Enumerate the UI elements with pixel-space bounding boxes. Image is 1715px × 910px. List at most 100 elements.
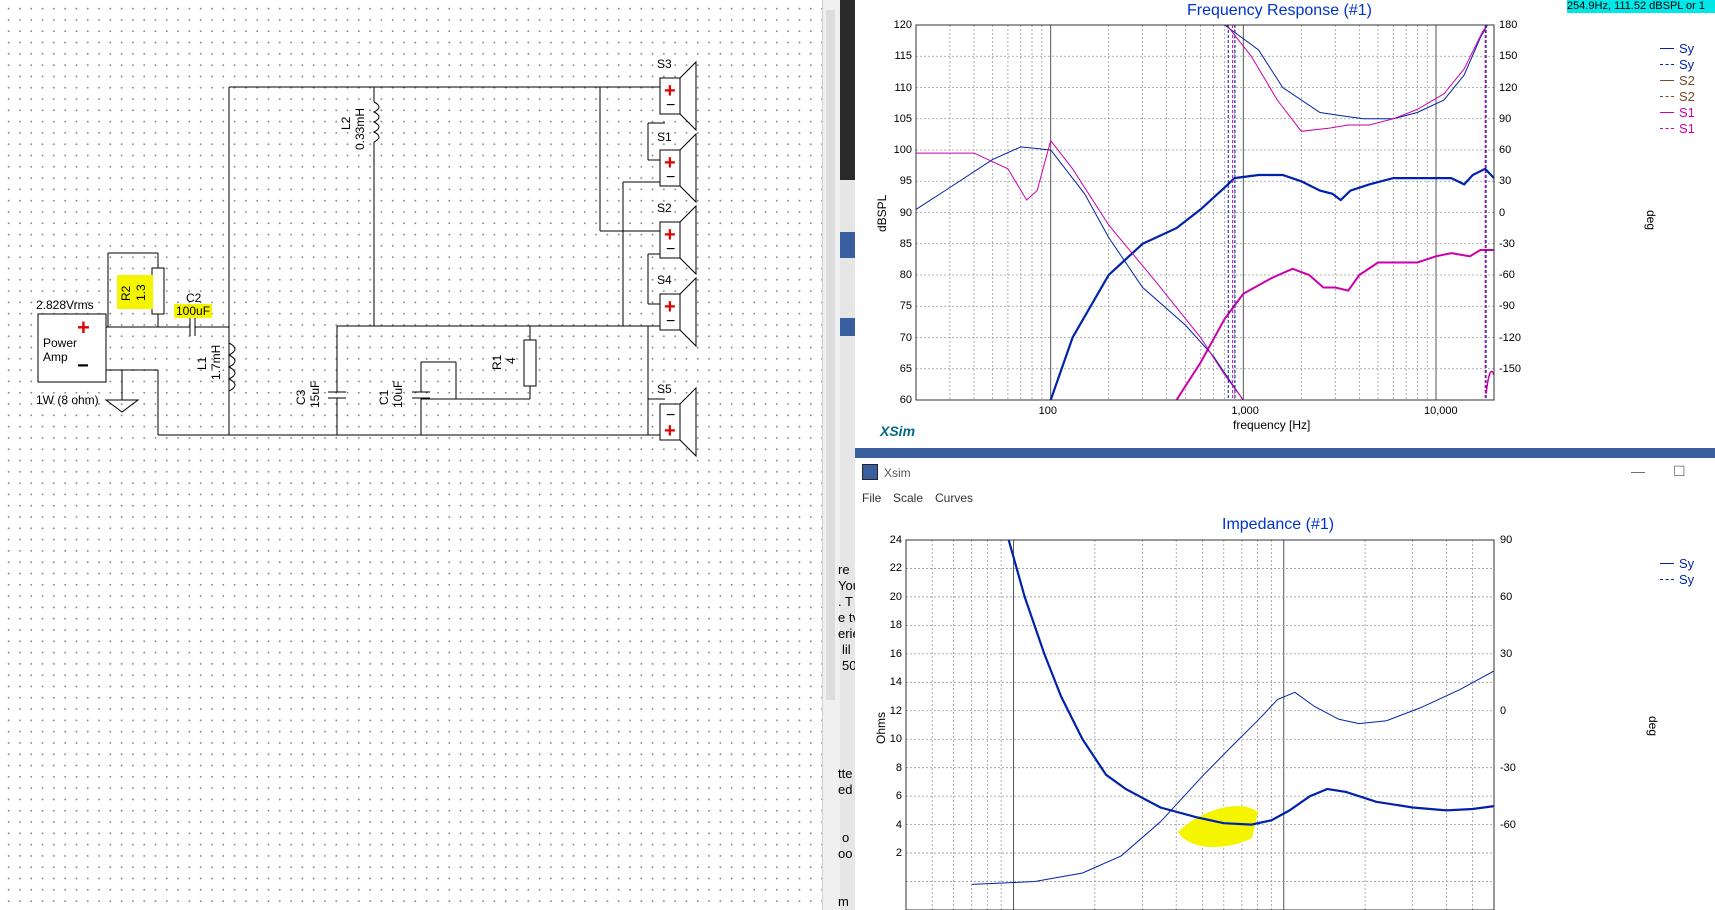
frequency-right-tick-label: -120 [1499,331,1522,344]
frequency-right-tick-label: -60 [1499,269,1515,281]
c1-value: 10uF [391,380,405,408]
impedance-legend-label: Sy [1679,556,1695,571]
impedance-right-tick-label: -30 [1500,762,1516,774]
l1-name: L1 [195,356,209,370]
frequency-left-tick-label: 115 [894,50,912,63]
frequency-ylabel-right: deg [1644,210,1658,231]
impedance-legend-label: Sy [1679,572,1695,587]
frequency-x-tick-label: 100 [1038,405,1058,417]
frequency-left-tick-label: 100 [893,144,912,156]
window-split-bar[interactable] [855,448,1715,458]
frequency-left-tick-label: 95 [899,175,912,188]
s5-plus-sign: + [664,420,676,442]
l1-value: 1.7mH [209,344,223,380]
frequency-left-tick-label: 65 [899,362,912,375]
frequency-left-tick-label: 80 [899,269,912,281]
r2-value: 1.3 [134,284,148,301]
r1-name: R1 [490,354,504,370]
speaker-s5-label: S5 [657,382,672,396]
impedance-right-tick-label: 0 [1500,705,1507,717]
frequency-right-tick-label: 90 [1499,112,1512,125]
impedance-chart-svg[interactable] [855,458,1715,910]
frequency-left-tick-label: 60 [899,394,912,406]
frequency-legend-label: S1 [1679,105,1695,120]
speaker-s1-label: S1 [657,130,672,144]
frequency-legend-swatch [1660,128,1674,129]
speaker-s4-label: S4 [657,273,672,287]
bg-text-fragment: re [838,562,850,577]
impedance-left-tick-label: 14 [889,676,902,689]
r1-value: 4 [504,357,518,364]
s1-minus-sign: − [666,169,676,186]
frequency-chart-svg[interactable] [855,0,1715,452]
frequency-left-tick-label: 90 [899,206,912,219]
impedance-phase-curve [971,670,1495,885]
impedance-right-tick-label: -60 [1500,819,1516,831]
s1-tail-curve [1485,370,1495,394]
frequency-legend-label: S2 [1679,89,1695,104]
impedance-chart-curves [971,539,1495,885]
impedance-left-tick-label: 16 [889,647,902,660]
impedance-left-tick-label: 22 [889,562,902,575]
bg-text-fragment: ed [838,782,853,797]
frequency-legend-swatch [1660,48,1674,49]
frequency-x-tick-label: 10,000 [1424,405,1458,417]
impedance-ylabel-left: Ohms [874,711,888,744]
system-phase-curve [1224,24,1488,120]
frequency-left-tick-label: 70 [899,331,912,344]
impedance-chart-grid [905,539,1495,910]
amp-rating-label: 1W (8 ohm) [36,393,99,407]
impedance-left-tick-label: 18 [889,619,902,632]
s1-phase-curve [1226,24,1488,132]
frequency-right-tick-label: 30 [1499,175,1512,188]
frequency-right-tick-label: -150 [1499,362,1522,375]
c2-value: 100uF [174,304,213,318]
schematic-wires [37,60,697,458]
impedance-ylabel-right: deg [1646,716,1660,737]
speaker-s3-label: S3 [657,57,672,71]
frequency-right-tick-label: -30 [1499,237,1515,250]
impedance-legend-swatch [1660,563,1674,564]
frequency-legend-label: S2 [1679,73,1695,88]
impedance-left-tick-label: 2 [895,847,902,860]
l2-value: 0.33mH [353,107,367,150]
s2-minus-sign: − [666,241,676,258]
frequency-left-tick-label: 110 [894,81,912,94]
impedance-dip-highlight [1178,805,1258,848]
amp-plus-sign: + [77,315,90,340]
impedance-left-tick-label: 8 [895,761,902,774]
impedance-left-tick-label: 12 [889,704,902,717]
frequency-legend-swatch [1660,64,1674,65]
c3-value: 15uF [308,380,322,408]
woofer-phase-curve [916,139,1244,401]
speaker-s2-label: S2 [657,201,672,215]
frequency-legend-swatch [1660,96,1674,97]
frequency-right-tick-label: -90 [1499,300,1515,313]
impedance-legend-swatch [1660,579,1674,580]
bg-text-fragment: o [842,830,850,845]
impedance-left-tick-label: 4 [895,818,902,831]
frequency-left-tick-label: 105 [893,112,912,125]
schematic-canvas[interactable]: 2.828Vrms Power Amp 1W (8 ohm) + − R2 1.… [0,0,822,910]
impedance-plot-frame [905,539,1495,910]
frequency-legend-label: Sy [1679,57,1695,72]
impedance-left-tick-label: 10 [889,733,902,746]
woofer-spl-curve [915,146,1244,401]
frequency-right-tick-label: 180 [1499,19,1518,31]
bg-text-fragment: m [838,894,849,909]
frequency-x-tick-label: 1,000 [1231,405,1259,417]
xsim-brand: XSim [880,423,916,439]
c3-name: C3 [294,389,308,405]
frequency-right-tick-label: 60 [1499,144,1512,156]
bg-text-fragment: . T [838,594,853,609]
frequency-left-tick-label: 85 [899,237,912,250]
amp-minus-sign: − [77,355,89,377]
scrollbar-thumb[interactable] [826,10,835,700]
s4-minus-sign: − [666,313,676,330]
frequency-legend-label: S1 [1679,121,1695,136]
impedance-right-tick-label: 30 [1500,648,1513,660]
c1-name: C1 [377,389,391,405]
bg-text-fragment: oo [838,846,853,861]
frequency-left-tick-label: 75 [899,300,912,313]
frequency-right-tick-label: 120 [1499,81,1518,94]
